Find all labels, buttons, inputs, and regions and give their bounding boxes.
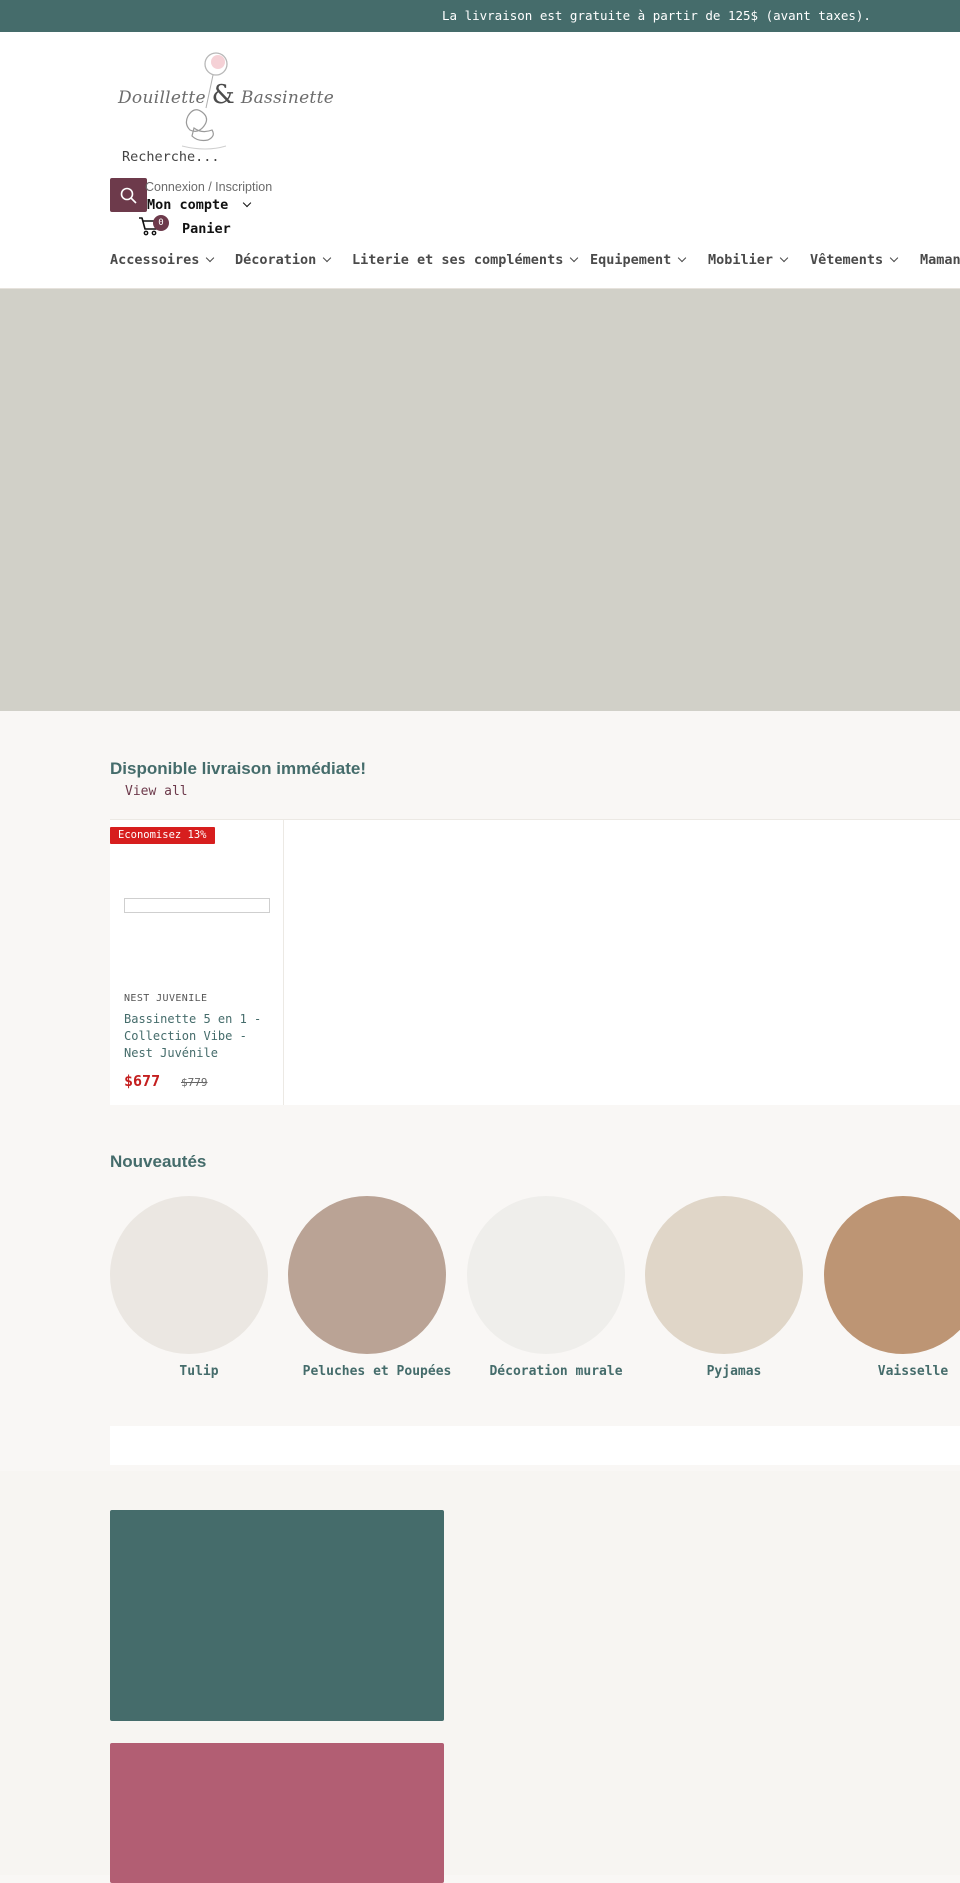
discount-badge: Economisez 13% xyxy=(110,827,215,844)
chevron-down-icon xyxy=(678,253,687,263)
login-register-link[interactable]: Connexion / Inscription xyxy=(145,180,272,194)
logo-ampersand: & xyxy=(211,80,236,110)
chevron-down-icon xyxy=(570,253,579,263)
content-bar xyxy=(110,1426,960,1465)
promo-block-2[interactable] xyxy=(110,1743,444,1883)
collection-image[interactable] xyxy=(110,1196,268,1354)
chevron-down-icon xyxy=(206,253,215,263)
view-all-link[interactable]: View all xyxy=(125,784,188,799)
collection-label[interactable]: Pyjamas xyxy=(645,1364,823,1379)
nav-item-literie[interactable]: Literie et ses compléments xyxy=(352,252,579,268)
nav-item-accessoires[interactable]: Accessoires xyxy=(110,252,215,268)
cart-count-badge: 0 xyxy=(153,215,169,231)
new-arrivals-title: Nouveautés xyxy=(110,1152,207,1171)
announcement-bar: La livraison est gratuite à partir de 12… xyxy=(0,0,960,32)
product-compare-price: $779 xyxy=(181,1076,208,1089)
nav-item-label: Literie et ses compléments xyxy=(352,252,564,268)
collection-item-peluches[interactable]: Peluches et Poupées xyxy=(288,1196,466,1406)
nav-item-decoration[interactable]: Décoration xyxy=(235,252,332,268)
product-image[interactable] xyxy=(124,898,270,913)
site-logo[interactable]: Douillette & Bassinette xyxy=(110,50,334,150)
promo-block-1[interactable] xyxy=(110,1510,444,1721)
search-icon xyxy=(120,187,137,204)
collection-label[interactable]: Décoration murale xyxy=(467,1364,645,1379)
nav-item-label: Vêtements xyxy=(810,252,884,268)
nav-item-equipement[interactable]: Equipement xyxy=(590,252,687,268)
search-button[interactable] xyxy=(110,178,147,212)
account-menu[interactable]: Mon compte xyxy=(147,197,252,213)
main-navigation: Accessoires Décoration Literie et ses co… xyxy=(110,252,960,274)
product-sale-price: $677 xyxy=(124,1072,161,1090)
collection-item-tulip[interactable]: Tulip xyxy=(110,1196,288,1406)
nav-item-label: Mobilier xyxy=(708,252,774,268)
logo-word-2: Bassinette xyxy=(240,88,335,108)
chevron-down-icon xyxy=(889,253,899,263)
nav-item-label: Accessoires xyxy=(110,252,200,268)
collection-label[interactable]: Peluches et Poupées xyxy=(288,1364,466,1379)
collection-label[interactable]: Vaisselle xyxy=(824,1364,960,1379)
announcement-text: La livraison est gratuite à partir de 12… xyxy=(442,8,871,23)
collection-image[interactable] xyxy=(645,1196,803,1354)
collection-image[interactable] xyxy=(824,1196,960,1354)
site-header: Douillette & Bassinette Connexion / Insc… xyxy=(0,32,960,289)
nav-item-maman[interactable]: Maman xyxy=(920,252,960,268)
nav-item-label: Maman xyxy=(920,252,960,268)
logo-word-1: Douillette xyxy=(118,88,206,108)
hero-banner[interactable] xyxy=(0,289,960,711)
featured-section-title: Disponible livraison immédiate! xyxy=(110,759,367,778)
product-title[interactable]: Bassinette 5 en 1 - Collection Vibe - Ne… xyxy=(124,1011,274,1062)
product-vendor[interactable]: NEST JUVENILE xyxy=(124,993,207,1004)
chevron-down-icon xyxy=(323,253,332,263)
logo-wordmark: Douillette & Bassinette xyxy=(118,80,334,110)
collection-item-pyjamas[interactable]: Pyjamas xyxy=(645,1196,823,1406)
search-input[interactable] xyxy=(110,146,334,168)
collection-image[interactable] xyxy=(467,1196,625,1354)
product-card[interactable]: Economisez 13% NEST JUVENILE Bassinette … xyxy=(110,820,284,1105)
chevron-down-icon xyxy=(243,198,252,208)
account-label: Mon compte xyxy=(147,197,229,213)
nav-item-mobilier[interactable]: Mobilier xyxy=(708,252,789,268)
nav-item-label: Equipement xyxy=(590,252,672,268)
collection-item-vaisselle[interactable]: Vaisselle xyxy=(824,1196,960,1406)
collection-item-decoration-murale[interactable]: Décoration murale xyxy=(467,1196,645,1406)
nav-item-vetements[interactable]: Vêtements xyxy=(810,252,899,268)
cart-link[interactable]: Panier xyxy=(182,221,231,237)
nav-item-label: Décoration xyxy=(235,252,317,268)
product-list: Economisez 13% NEST JUVENILE Bassinette … xyxy=(110,819,960,1105)
chevron-down-icon xyxy=(779,253,789,263)
collection-image[interactable] xyxy=(288,1196,446,1354)
collection-label[interactable]: Tulip xyxy=(110,1364,288,1379)
